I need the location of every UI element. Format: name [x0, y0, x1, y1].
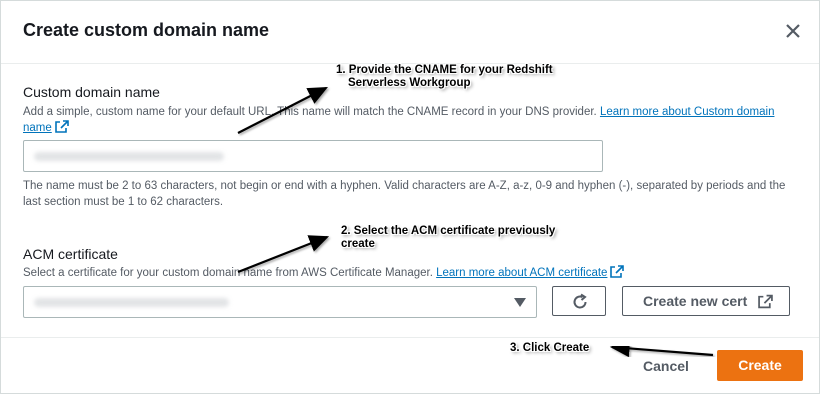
cancel-button[interactable]: Cancel — [643, 358, 689, 374]
refresh-button[interactable] — [552, 286, 606, 316]
annotation-step-3: 3. Click Create — [510, 342, 590, 354]
external-link-icon — [758, 294, 773, 309]
footer-divider — [1, 337, 819, 338]
external-link-icon[interactable] — [610, 265, 625, 278]
domain-label: Custom domain name — [23, 84, 160, 100]
custom-domain-input[interactable] — [23, 140, 603, 172]
annotation-step-1-line-2: Serverless Workgroup — [348, 77, 471, 89]
acm-certificate-select[interactable] — [23, 286, 537, 318]
acm-label: ACM certificate — [23, 246, 118, 262]
learn-more-acm-link[interactable]: Learn more about ACM certificate — [436, 267, 607, 279]
domain-description: Add a simple, custom name for your defau… — [23, 104, 793, 136]
close-icon[interactable] — [783, 21, 803, 41]
annotation-step-2-line-1: 2. Select the ACM certificate previously — [341, 225, 556, 237]
annotation-step-2-line-2: create — [341, 238, 375, 250]
create-custom-domain-modal: Create custom domain name Custom domain … — [0, 0, 820, 394]
refresh-icon — [573, 293, 587, 309]
modal-header: Create custom domain name — [1, 1, 819, 64]
acm-description-text: Select a certificate for your custom dom… — [23, 267, 433, 279]
annotation-step-1-line-1: 1. Provide the CNAME for your Redshift — [336, 64, 553, 76]
domain-constraint-text: The name must be 2 to 63 characters, not… — [23, 180, 786, 208]
create-new-cert-label: Create new cert — [643, 293, 748, 309]
create-new-cert-button[interactable]: Create new cert — [622, 286, 790, 316]
annotation-step-2: 2. Select the ACM certificate previously… — [341, 225, 555, 251]
blurred-certificate-value — [34, 298, 229, 307]
blurred-domain-value — [34, 152, 224, 161]
external-link-icon[interactable] — [54, 120, 69, 133]
acm-description: Select a certificate for your custom dom… — [23, 265, 793, 281]
caret-down-icon — [514, 298, 526, 307]
modal-title: Create custom domain name — [23, 20, 270, 40]
create-button[interactable]: Create — [717, 350, 803, 381]
domain-description-text: Add a simple, custom name for your defau… — [23, 106, 597, 118]
annotation-step-1: 1. Provide the CNAME for your Redshift S… — [336, 64, 553, 90]
